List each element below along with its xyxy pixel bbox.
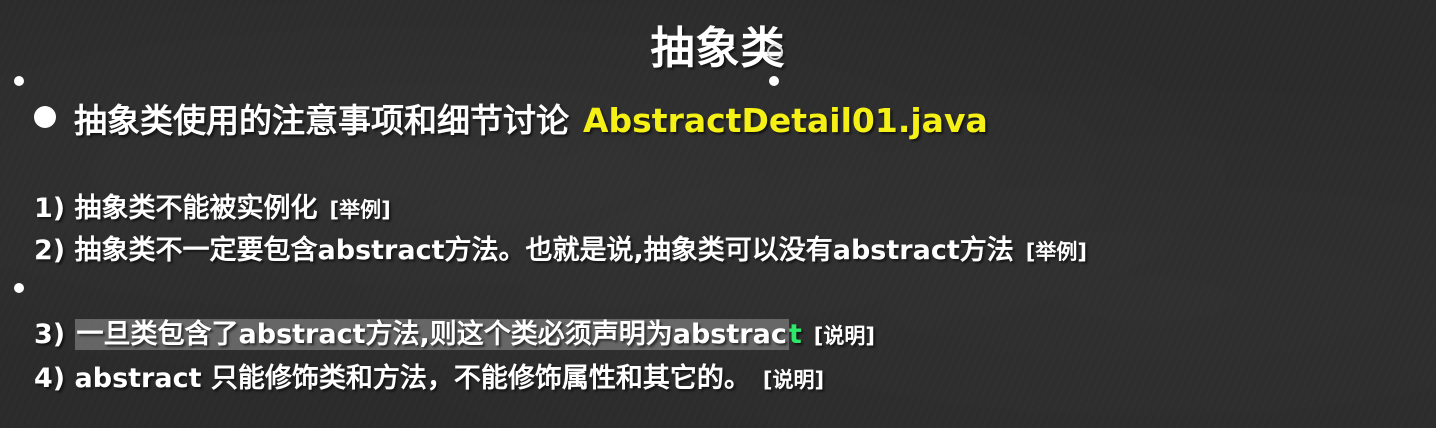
resize-handle-top-left[interactable] — [14, 76, 24, 86]
cursor-icon — [767, 44, 783, 60]
example-tag: [举例] — [329, 198, 391, 222]
list-item: 2) 抽象类不一定要包含abstract方法。也就是说,抽象类可以没有abstr… — [34, 228, 1087, 267]
example-tag: [举例] — [1025, 240, 1087, 264]
list-item-text: 2) 抽象类不一定要包含abstract方法。也就是说,抽象类可以没有abstr… — [34, 235, 1014, 266]
slide-title: 抽象类 — [650, 23, 786, 74]
list-item-text: 4) abstract 只能修饰类和方法，不能修饰属性和其它的。 — [34, 363, 751, 394]
list-item-number: 3) — [34, 319, 75, 350]
bullet-heading: 抽象类使用的注意事项和细节讨论 AbstractDetail01.java — [34, 94, 988, 142]
cursor-letter: t — [788, 319, 802, 350]
selected-text[interactable]: 一旦类包含了abstract方法,则这个类必须声明为abstrac — [74, 319, 789, 350]
resize-handle-top-right[interactable] — [769, 76, 779, 86]
list-item-text: 1) 抽象类不能被实例化 — [34, 193, 318, 224]
list-item: 3) 一旦类包含了abstract方法,则这个类必须声明为abstract [说明… — [34, 312, 875, 351]
explanation-tag: [说明] — [813, 324, 875, 348]
list-item: 1) 抽象类不能被实例化 [举例] — [34, 186, 391, 225]
bullet-dot-icon — [34, 106, 56, 128]
explanation-tag: [说明] — [762, 368, 825, 392]
slide: 抽象类 抽象类使用的注意事项和细节讨论 AbstractDetail01.java… — [0, 0, 1436, 428]
resize-handle-middle-left[interactable] — [14, 283, 24, 293]
filename-label: AbstractDetail01.java — [583, 101, 988, 140]
list-item: 4) abstract 只能修饰类和方法，不能修饰属性和其它的。 [说明] — [34, 356, 824, 395]
bullet-heading-text: 抽象类使用的注意事项和细节讨论 — [74, 101, 569, 140]
